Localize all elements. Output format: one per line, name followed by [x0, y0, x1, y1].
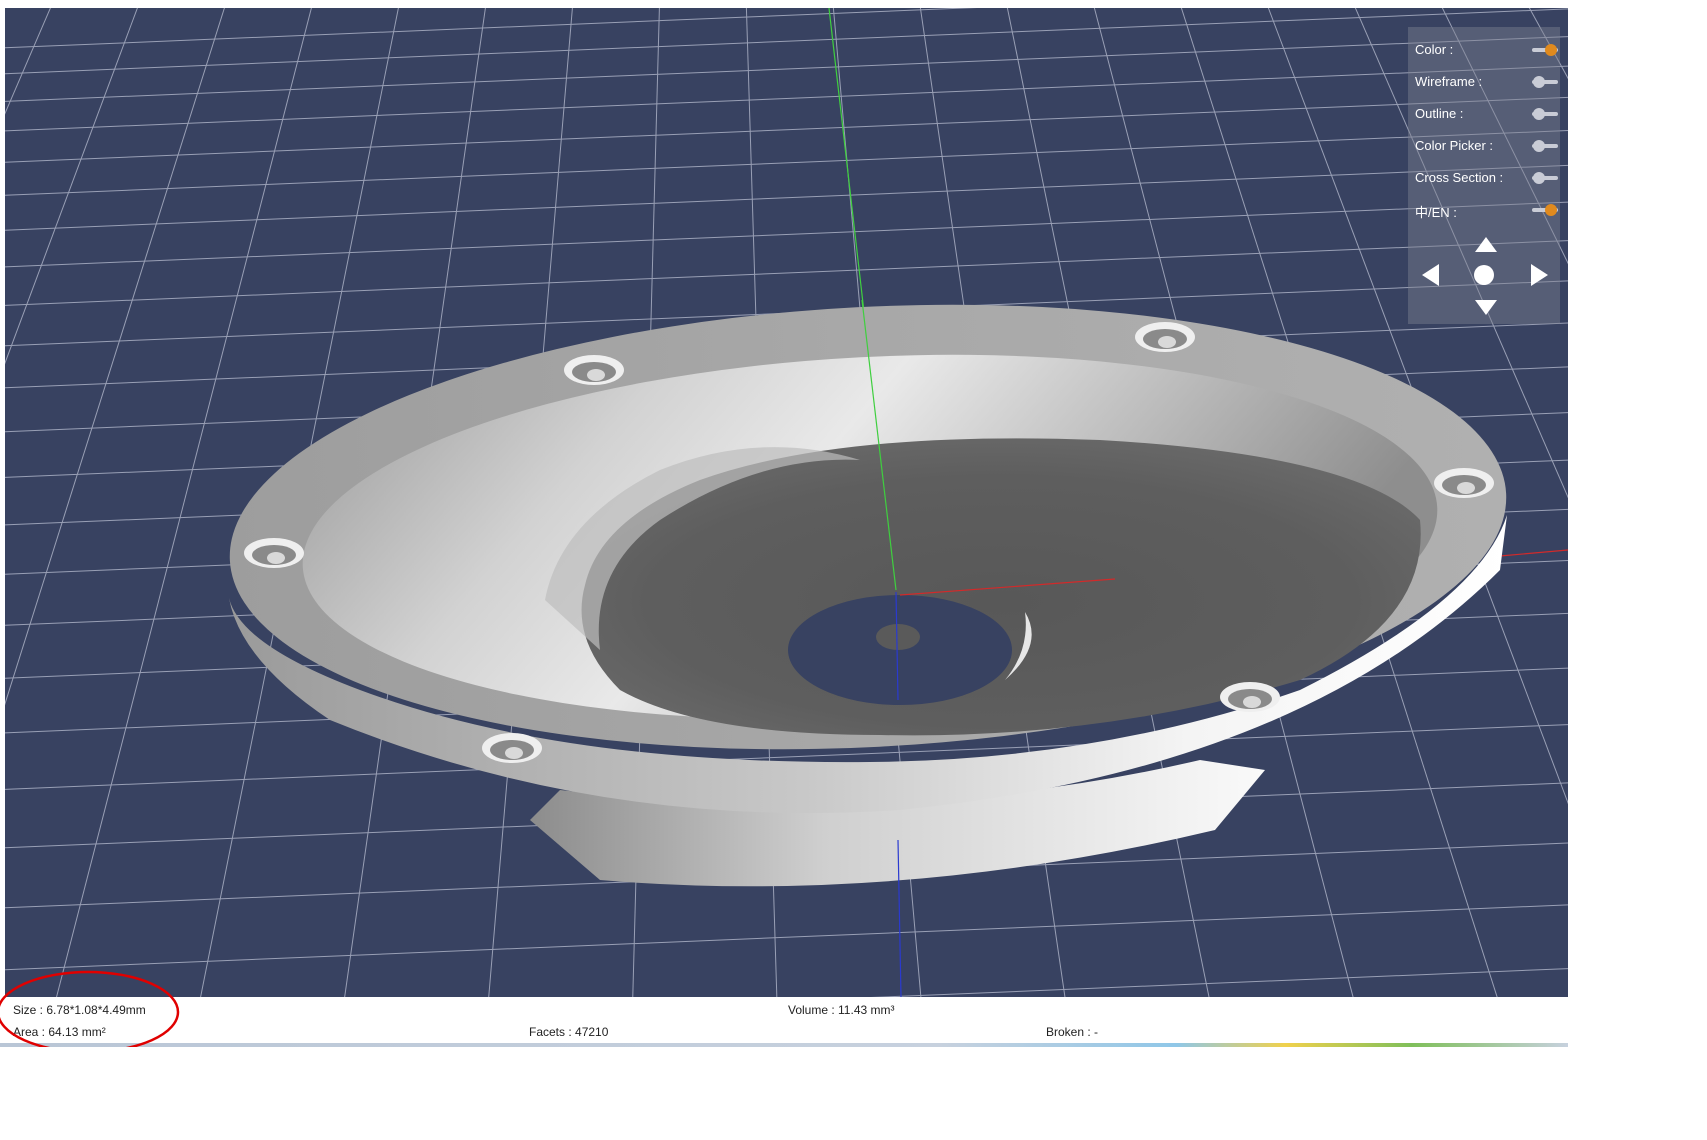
- circle-reset-icon[interactable]: [1474, 265, 1494, 285]
- model-hub: [876, 624, 920, 650]
- color-toggle[interactable]: [1530, 44, 1558, 56]
- x-axis-red-far: [1499, 549, 1568, 557]
- toggle-row-outline: Outline :: [1415, 103, 1558, 125]
- grid-line: [5, 164, 1568, 231]
- grid-line: [5, 904, 1568, 971]
- toggle-row-wireframe: Wireframe :: [1415, 71, 1558, 93]
- wireframe-toggle[interactable]: [1530, 76, 1558, 88]
- facets-readout: Facets : 47210: [529, 1025, 609, 1039]
- toggle-row-language: 中/EN :: [1415, 199, 1558, 221]
- grid-line: [5, 96, 1568, 163]
- toggle-label-color-picker: Color Picker :: [1415, 138, 1494, 153]
- status-bar: Size : 6.78*1.08*4.49mm Volume : 11.43 m…: [0, 997, 1568, 1047]
- language-toggle[interactable]: [1530, 204, 1558, 216]
- grid-line: [5, 201, 1568, 268]
- broken-readout: Broken : -: [1046, 1025, 1099, 1039]
- screw-hole: [1434, 468, 1494, 498]
- taskbar-strip: [0, 1043, 1568, 1047]
- model-center-hole: [788, 595, 1012, 705]
- grid-line: [5, 8, 977, 49]
- arrow-up-icon[interactable]: [1475, 237, 1497, 252]
- toggle-row-color: Color :: [1415, 39, 1558, 61]
- screw-hole: [564, 355, 624, 385]
- control-panel: Color : Wireframe : Outline : Color Pick…: [1408, 27, 1560, 324]
- toggle-label-outline: Outline :: [1415, 106, 1464, 121]
- size-readout: Size : 6.78*1.08*4.49mm: [13, 1003, 146, 1017]
- model-scene[interactable]: [0, 0, 1568, 1047]
- volume-readout: Volume : 11.43 mm³: [788, 1003, 895, 1017]
- grid-line: [5, 130, 1568, 196]
- toggle-row-color-picker: Color Picker :: [1415, 135, 1558, 157]
- toggle-row-cross-section: Cross Section :: [1415, 167, 1558, 189]
- outline-toggle[interactable]: [1530, 108, 1558, 120]
- grid-line: [5, 65, 1568, 132]
- arrow-right-icon[interactable]: [1531, 264, 1548, 286]
- area-readout: Area : 64.13 mm²: [13, 1025, 106, 1039]
- grid-line: [5, 8, 1568, 75]
- toggle-label-cross-section: Cross Section :: [1415, 170, 1504, 185]
- grid-line: [5, 240, 1568, 306]
- grid-line: [5, 36, 1568, 102]
- toggle-label-wireframe: Wireframe :: [1415, 74, 1483, 89]
- screw-hole: [244, 538, 304, 568]
- screw-hole: [1220, 682, 1280, 712]
- color-picker-toggle[interactable]: [1530, 140, 1558, 152]
- cross-section-toggle[interactable]: [1530, 172, 1558, 184]
- arrow-left-icon[interactable]: [1422, 264, 1439, 286]
- screw-hole: [482, 733, 542, 763]
- arrow-down-icon[interactable]: [1475, 300, 1497, 315]
- toggle-label-language: 中/EN :: [1415, 205, 1457, 220]
- toggle-label-color: Color :: [1415, 42, 1454, 57]
- screw-hole: [1135, 322, 1195, 352]
